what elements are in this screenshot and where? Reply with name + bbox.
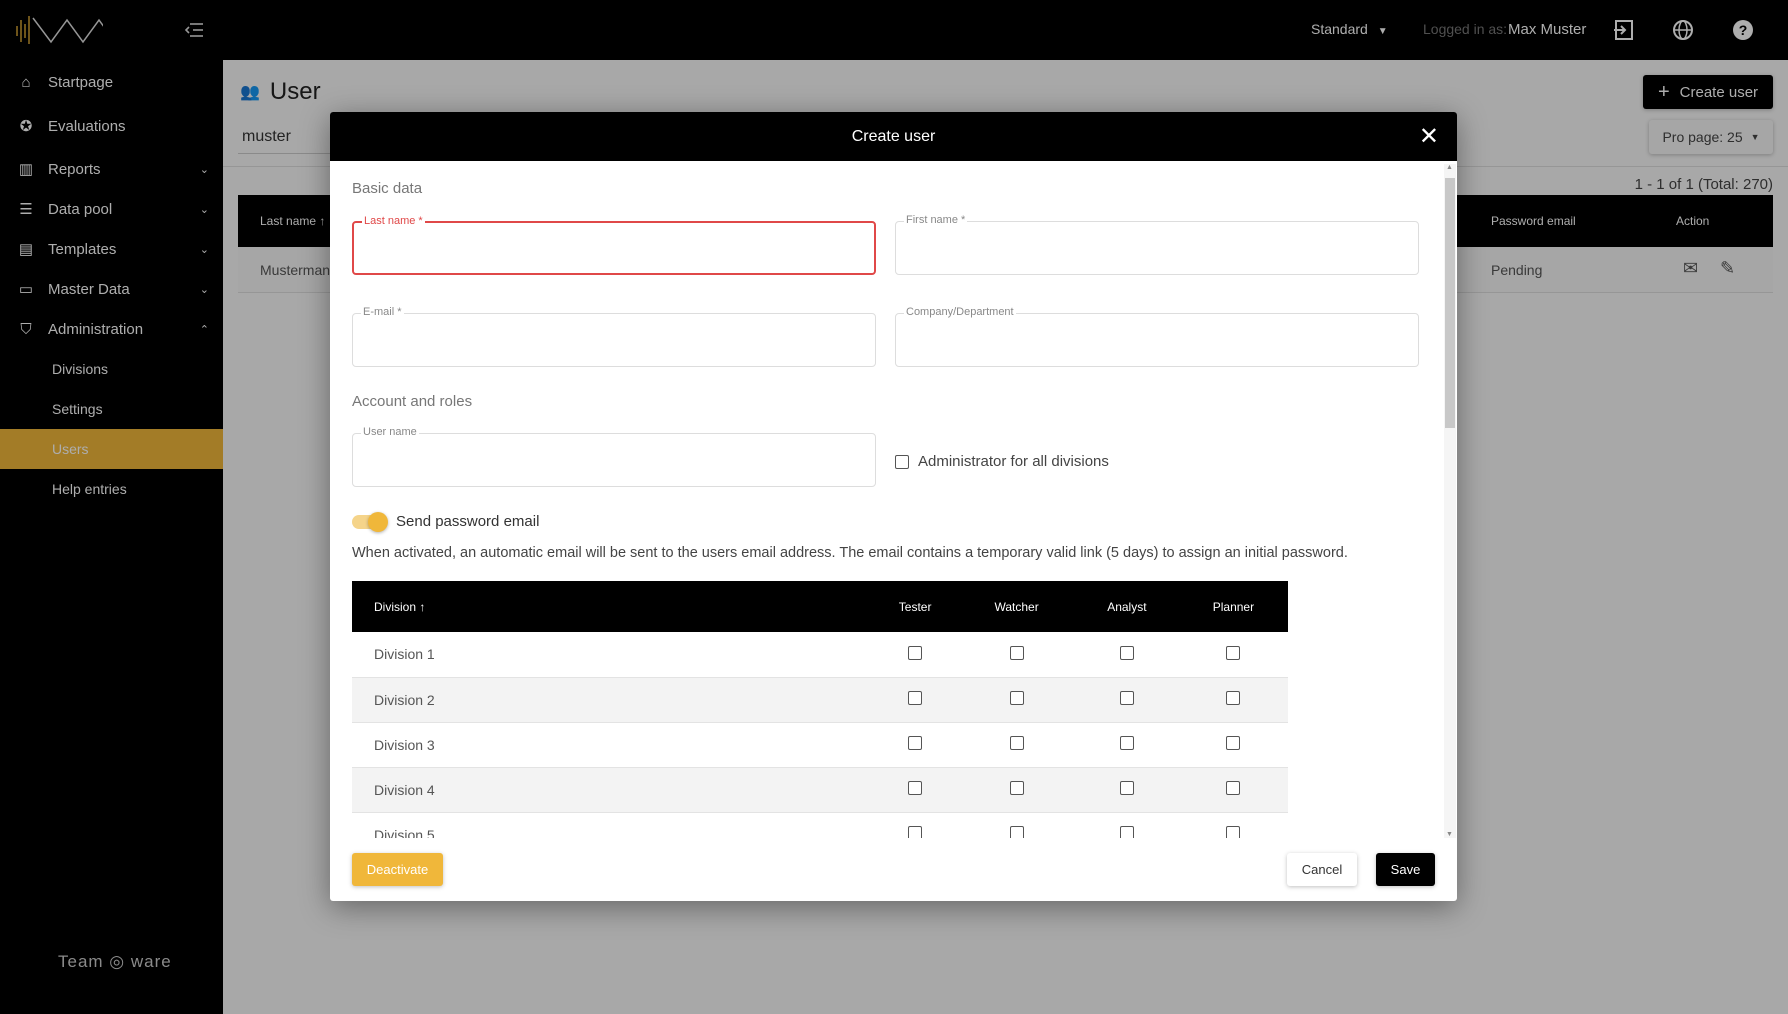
analyst-checkbox[interactable]: [1119, 736, 1134, 750]
column-watcher: Watcher: [958, 581, 1075, 632]
send-password-email-toggle[interactable]: Send password email: [352, 511, 539, 532]
role-analyst-cell: [1074, 767, 1179, 813]
analyst-checkbox[interactable]: [1119, 691, 1134, 705]
tester-checkbox[interactable]: [908, 691, 923, 705]
dialog-scrollbar[interactable]: ▲ ▼: [1444, 164, 1456, 838]
email-input[interactable]: [353, 314, 875, 366]
username-field[interactable]: User name: [352, 426, 876, 487]
send-email-description: When activated, an automatic email will …: [352, 545, 1348, 561]
dialog-header: Create user ✕: [330, 112, 1457, 161]
role-planner-cell: [1178, 632, 1288, 678]
role-tester-cell: [872, 722, 959, 768]
role-watcher-cell: [958, 677, 1075, 723]
deactivate-button[interactable]: Deactivate: [352, 853, 443, 886]
dialog-body: Basic data Last name * First name * E-ma…: [330, 180, 1440, 838]
role-analyst-cell: [1074, 632, 1179, 678]
planner-checkbox[interactable]: [1226, 826, 1241, 838]
role-analyst-cell: [1074, 677, 1179, 723]
role-planner-cell: [1178, 767, 1288, 813]
role-planner-cell: [1178, 677, 1288, 723]
role-tester-cell: [872, 632, 959, 678]
dialog-title: Create user: [851, 127, 936, 145]
division-name: Division 2: [352, 677, 872, 723]
division-row: Division 4: [352, 767, 1288, 813]
role-analyst-cell: [1074, 722, 1179, 768]
last-name-field[interactable]: Last name *: [352, 215, 876, 275]
role-planner-cell: [1178, 812, 1288, 838]
analyst-checkbox[interactable]: [1119, 781, 1134, 795]
section-account-roles: Account and roles: [352, 393, 473, 410]
analyst-checkbox[interactable]: [1119, 826, 1134, 838]
planner-checkbox[interactable]: [1226, 736, 1241, 750]
first-name-input[interactable]: [896, 222, 1418, 274]
create-user-dialog: Create user ✕ Basic data Last name * Fir…: [330, 112, 1457, 901]
scrollbar-thumb[interactable]: [1445, 178, 1455, 428]
username-input[interactable]: [353, 434, 875, 486]
company-input[interactable]: [896, 314, 1418, 366]
last-name-input[interactable]: [354, 223, 874, 273]
division-row: Division 2: [352, 677, 1288, 723]
save-button[interactable]: Save: [1376, 853, 1435, 886]
watcher-checkbox[interactable]: [1009, 826, 1024, 838]
tester-checkbox[interactable]: [908, 645, 923, 660]
planner-checkbox[interactable]: [1226, 645, 1241, 660]
column-analyst: Analyst: [1074, 581, 1179, 632]
first-name-field[interactable]: First name *: [895, 214, 1419, 275]
watcher-checkbox[interactable]: [1009, 781, 1024, 795]
sort-up-icon: ↑: [419, 599, 426, 614]
planner-checkbox[interactable]: [1226, 781, 1241, 795]
admin-all-divisions-checkbox[interactable]: Administrator for all divisions: [895, 453, 1109, 470]
watcher-checkbox[interactable]: [1009, 691, 1024, 705]
role-tester-cell: [872, 677, 959, 723]
division-row: Division 1: [352, 632, 1288, 678]
analyst-checkbox[interactable]: [1119, 645, 1134, 660]
role-analyst-cell: [1074, 812, 1179, 838]
watcher-checkbox[interactable]: [1009, 645, 1024, 660]
role-tester-cell: [872, 767, 959, 813]
division-name: Division 4: [352, 767, 872, 813]
watcher-checkbox[interactable]: [1009, 736, 1024, 750]
role-watcher-cell: [958, 632, 1075, 678]
role-planner-cell: [1178, 722, 1288, 768]
tester-checkbox[interactable]: [908, 826, 923, 838]
close-icon[interactable]: ✕: [1419, 122, 1439, 151]
tester-checkbox[interactable]: [908, 781, 923, 795]
division-row: Division 3: [352, 722, 1288, 768]
role-watcher-cell: [958, 812, 1075, 838]
cancel-button[interactable]: Cancel: [1287, 853, 1357, 886]
tester-checkbox[interactable]: [908, 736, 923, 750]
planner-checkbox[interactable]: [1226, 691, 1241, 705]
division-name: Division 1: [352, 632, 872, 678]
role-watcher-cell: [958, 767, 1075, 813]
section-basic-data: Basic data: [352, 180, 423, 197]
column-division[interactable]: Division ↑: [352, 581, 872, 632]
division-roles-table: Division ↑ Tester Watcher Analyst Planne…: [352, 581, 1288, 838]
column-planner: Planner: [1178, 581, 1288, 632]
column-tester: Tester: [872, 581, 959, 632]
email-field[interactable]: E-mail *: [352, 306, 876, 367]
division-name: Division 3: [352, 722, 872, 768]
role-watcher-cell: [958, 722, 1075, 768]
toggle-switch[interactable]: [352, 511, 388, 532]
checkbox[interactable]: [895, 454, 909, 469]
division-name: Division 5: [352, 812, 872, 838]
division-row: Division 5: [352, 812, 1288, 838]
role-tester-cell: [872, 812, 959, 838]
company-field[interactable]: Company/Department: [895, 306, 1419, 367]
